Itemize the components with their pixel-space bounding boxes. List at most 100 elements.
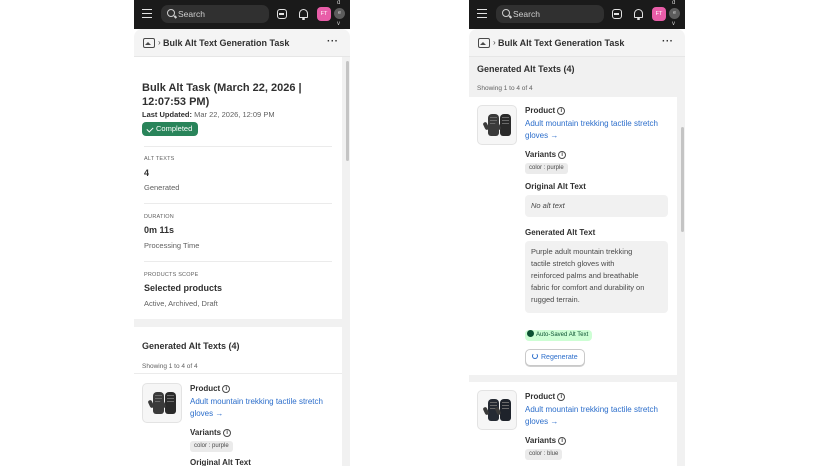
notifications-bell-icon[interactable] bbox=[299, 9, 308, 20]
product-thumbnail[interactable] bbox=[477, 105, 517, 145]
stat-value: Selected products bbox=[144, 283, 223, 293]
right-phone-screen: Search FT d e v › Bulk Alt Text Generati… bbox=[469, 0, 685, 466]
stat-caption: Generated bbox=[144, 183, 180, 192]
breadcrumb-chevron[interactable]: › bbox=[158, 38, 161, 47]
generated-alt-label: Generated Alt Text bbox=[525, 228, 596, 237]
top-bar: Search FT d e v bbox=[469, 0, 685, 29]
edge-letter: v bbox=[337, 21, 340, 27]
auto-saved-badge: Auto-Saved Alt Text bbox=[525, 329, 593, 341]
info-icon[interactable]: i bbox=[557, 106, 566, 115]
section-title: Generated Alt Texts (4) bbox=[142, 341, 240, 351]
info-icon[interactable]: i bbox=[223, 428, 232, 437]
generated-alt-texts-card: Generated Alt Texts (4) Showing 1 to 4 o… bbox=[134, 327, 342, 466]
variants-label-text: Variants bbox=[525, 150, 557, 159]
pagination-summary: Showing 1 to 4 of 4 bbox=[477, 85, 533, 92]
status-text: Completed bbox=[156, 124, 193, 133]
page-title: Bulk Alt Text Generation Task bbox=[163, 38, 290, 48]
more-actions-button[interactable]: ··· bbox=[327, 36, 339, 47]
menu-icon[interactable] bbox=[477, 9, 487, 18]
stat-value: 0m 11s bbox=[144, 225, 175, 235]
product-name-line: Adult mountain trekking tactile stretch bbox=[190, 397, 323, 406]
task-summary-card: Bulk Alt Task (March 22, 2026 | 12:07:53… bbox=[134, 57, 342, 319]
product-label: Product i bbox=[525, 106, 566, 115]
page-header: › Bulk Alt Text Generation Task ··· bbox=[469, 29, 685, 57]
status-badge: Completed bbox=[142, 122, 199, 136]
stat-caption: Processing Time bbox=[144, 241, 200, 250]
product-name-line: gloves → bbox=[525, 416, 559, 426]
variants-label-text: Variants bbox=[190, 428, 222, 437]
info-icon[interactable]: i bbox=[222, 384, 231, 393]
store-icon[interactable] bbox=[612, 9, 622, 19]
search-placeholder: Search bbox=[178, 9, 205, 19]
stat-value: 4 bbox=[144, 168, 150, 178]
pagination-summary: Showing 1 to 4 of 4 bbox=[142, 363, 198, 370]
product-label-text: Product bbox=[525, 392, 556, 401]
glove-image bbox=[500, 114, 511, 136]
last-updated-label: Last Updated: bbox=[142, 110, 193, 119]
generated-alt-box: Purple adult mountain trekking tactile s… bbox=[525, 241, 668, 313]
stat-label: ALT TEXTS bbox=[144, 156, 175, 162]
store-avatar[interactable]: FT bbox=[652, 7, 666, 21]
section-title: Generated Alt Texts (4) bbox=[477, 64, 575, 74]
generated-alt-line: Purple adult mountain trekking bbox=[531, 247, 633, 256]
refresh-icon bbox=[532, 353, 538, 360]
page-content: Bulk Alt Task (March 22, 2026 | 12:07:53… bbox=[134, 57, 350, 466]
variants-label: Variants i bbox=[525, 436, 567, 445]
check-circle-icon bbox=[527, 329, 534, 337]
store-icon[interactable] bbox=[277, 9, 287, 19]
product-label-text: Product bbox=[190, 384, 221, 393]
edge-letter: d bbox=[672, 0, 676, 6]
scrollbar[interactable] bbox=[679, 57, 685, 466]
original-alt-label: Original Alt Text bbox=[525, 182, 586, 191]
product-link[interactable]: Adult mountain trekking tactile stretch g… bbox=[190, 396, 323, 419]
product-link[interactable]: Adult mountain trekking tactile stretch g… bbox=[525, 118, 658, 141]
search-input[interactable]: Search bbox=[161, 5, 269, 23]
info-icon[interactable]: i bbox=[558, 436, 567, 445]
image-icon bbox=[478, 38, 490, 48]
scrollbar-thumb[interactable] bbox=[681, 127, 684, 232]
breadcrumb-chevron[interactable]: › bbox=[493, 38, 496, 47]
product-link[interactable]: Adult mountain trekking tactile stretch g… bbox=[525, 404, 658, 427]
checkmark-icon bbox=[146, 124, 154, 133]
auto-saved-text: Auto-Saved Alt Text bbox=[536, 332, 589, 338]
search-icon bbox=[502, 9, 510, 17]
left-phone-screen: Search FT d e v › Bulk Alt Text Generati… bbox=[134, 0, 350, 466]
divider bbox=[134, 373, 342, 374]
notifications-bell-icon[interactable] bbox=[634, 9, 643, 20]
task-heading-line1: Bulk Alt Task (March 22, 2026 | bbox=[142, 82, 302, 94]
user-avatar[interactable]: e bbox=[334, 8, 345, 19]
store-avatar[interactable]: FT bbox=[317, 7, 331, 21]
stat-label: PRODUCTS SCOPE bbox=[144, 272, 199, 278]
search-icon bbox=[167, 9, 175, 17]
generated-alt-line: reinforced palms and breathable bbox=[531, 271, 639, 280]
regenerate-button[interactable]: Regenerate bbox=[525, 349, 585, 366]
menu-icon[interactable] bbox=[142, 9, 152, 18]
product-label-text: Product bbox=[525, 106, 556, 115]
product-name-line: Adult mountain trekking tactile stretch bbox=[525, 119, 658, 128]
search-placeholder: Search bbox=[513, 9, 540, 19]
generated-alt-text: Purple adult mountain trekking tactile s… bbox=[531, 246, 644, 306]
scrollbar-thumb[interactable] bbox=[346, 61, 349, 161]
edge-letter: v bbox=[672, 21, 675, 27]
more-actions-button[interactable]: ··· bbox=[662, 36, 674, 47]
regenerate-label: Regenerate bbox=[541, 354, 578, 361]
variants-label: Variants i bbox=[525, 150, 567, 159]
user-avatar[interactable]: e bbox=[669, 8, 680, 19]
product-thumbnail[interactable] bbox=[142, 383, 182, 423]
search-input[interactable]: Search bbox=[496, 5, 604, 23]
variant-chip: color : purple bbox=[190, 441, 233, 452]
variant-chip: color : purple bbox=[525, 163, 568, 174]
original-alt-value: No alt text bbox=[531, 201, 565, 210]
scrollbar[interactable] bbox=[344, 57, 350, 466]
variant-chip: color : blue bbox=[525, 449, 563, 460]
last-updated-value: Mar 22, 2026, 12:09 PM bbox=[192, 110, 275, 119]
info-icon[interactable]: i bbox=[558, 150, 567, 159]
product-label: Product i bbox=[525, 392, 566, 401]
variants-label: Variants i bbox=[190, 428, 232, 437]
divider bbox=[144, 261, 332, 262]
product-name-line: gloves → bbox=[190, 408, 224, 418]
generated-alt-line: tactile stretch gloves with bbox=[531, 259, 615, 268]
generated-alt-line: rugged terrain. bbox=[531, 295, 580, 304]
info-icon[interactable]: i bbox=[557, 392, 566, 401]
product-thumbnail[interactable] bbox=[477, 390, 517, 430]
